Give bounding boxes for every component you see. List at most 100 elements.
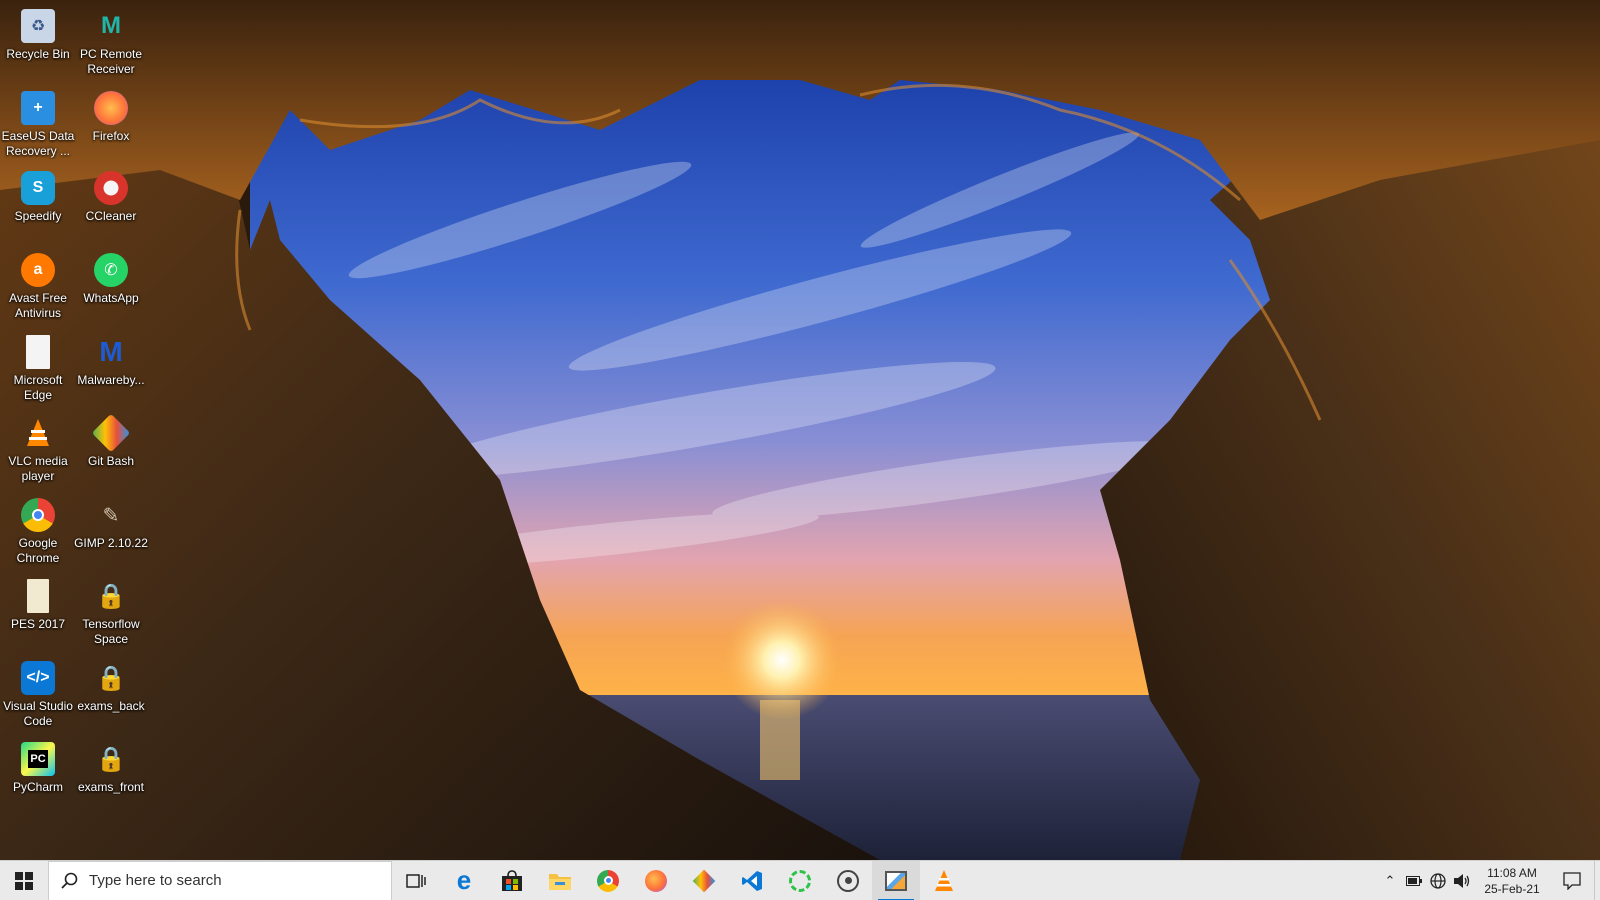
chrome-icon bbox=[21, 498, 55, 532]
pycharm-icon: PC bbox=[21, 742, 55, 776]
desktop-icon-label: Firefox bbox=[92, 129, 130, 143]
folder-icon bbox=[549, 873, 571, 890]
taskbar-ring-app[interactable] bbox=[776, 861, 824, 900]
taskbar-vscode[interactable] bbox=[728, 861, 776, 900]
desktop-icon-label: Malwareby... bbox=[77, 373, 145, 387]
edge-icon: e bbox=[456, 865, 472, 895]
vlc-icon bbox=[21, 416, 55, 450]
search-icon bbox=[61, 872, 78, 889]
vscode-icon: </> bbox=[21, 661, 55, 695]
disc-icon bbox=[837, 869, 859, 892]
desktop-icon-label: PC Remote Receiver bbox=[79, 47, 143, 76]
pes-file-icon bbox=[27, 579, 49, 613]
desktop-icon-recycle-bin[interactable]: ♻ Recycle Bin bbox=[0, 4, 76, 62]
desktop-icon-vlc[interactable]: VLC media player bbox=[0, 411, 76, 484]
taskbar-vlc[interactable] bbox=[920, 861, 968, 900]
battery-icon[interactable] bbox=[1402, 861, 1426, 900]
desktop-icon-whatsapp[interactable]: ✆ WhatsApp bbox=[73, 248, 149, 306]
desktop-icon-exams-back[interactable]: 🔒 exams_back bbox=[73, 656, 149, 714]
vlc-icon bbox=[935, 869, 953, 891]
desktop-icon-visual-studio-code[interactable]: </> Visual Studio Code bbox=[0, 656, 76, 729]
desktop-icon-pc-remote-receiver[interactable]: M PC Remote Receiver bbox=[73, 4, 149, 77]
desktop-icon-label: Google Chrome bbox=[16, 536, 60, 565]
git-icon bbox=[692, 869, 716, 892]
desktop-icon-malwarebytes[interactable]: M Malwareby... bbox=[73, 330, 149, 388]
avast-icon: a bbox=[21, 253, 55, 287]
taskbar-firefox[interactable] bbox=[632, 861, 680, 900]
clock-date: 25-Feb-21 bbox=[1484, 882, 1540, 896]
tray-chevron-up-icon[interactable]: ⌃ bbox=[1378, 861, 1402, 900]
taskbar-store[interactable] bbox=[488, 861, 536, 900]
pc-remote-icon: M bbox=[101, 12, 121, 39]
desktop-icon-git-bash[interactable]: Git Bash bbox=[73, 411, 149, 469]
system-tray: ⌃ 11:08 AM 25-Feb-21 bbox=[1378, 861, 1600, 900]
firefox-icon bbox=[645, 869, 667, 892]
notification-icon bbox=[1563, 872, 1581, 890]
volume-icon[interactable] bbox=[1450, 861, 1474, 900]
taskbar-paint[interactable] bbox=[872, 860, 920, 900]
wallpaper bbox=[0, 0, 1600, 860]
desktop-icon-label: PyCharm bbox=[12, 780, 63, 794]
task-view-icon bbox=[406, 873, 426, 888]
taskbar: Type here to search e ⌃ 11:08 AM 25-Feb-… bbox=[0, 860, 1600, 900]
desktop-icon-label: exams_back bbox=[77, 699, 145, 713]
paint-icon bbox=[885, 870, 907, 891]
clock[interactable]: 11:08 AM 25-Feb-21 bbox=[1474, 861, 1550, 900]
desktop-icon-label: CCleaner bbox=[85, 209, 137, 223]
lock-folder-icon: 🔒 bbox=[96, 745, 126, 773]
taskbar-chrome[interactable] bbox=[584, 861, 632, 900]
chrome-icon bbox=[597, 869, 619, 892]
taskbar-edge[interactable]: e bbox=[440, 861, 488, 900]
taskbar-git[interactable] bbox=[680, 861, 728, 900]
taskbar-file-explorer[interactable] bbox=[536, 861, 584, 900]
action-center-button[interactable] bbox=[1550, 861, 1594, 900]
show-desktop-button[interactable] bbox=[1594, 861, 1600, 900]
gimp-icon: ✎ bbox=[102, 504, 120, 527]
desktop-icon-label: Git Bash bbox=[87, 454, 135, 468]
desktop-icon-pycharm[interactable]: PC PyCharm bbox=[0, 737, 76, 795]
whatsapp-icon: ✆ bbox=[94, 253, 128, 287]
desktop-icon-label: Speedify bbox=[14, 209, 62, 223]
search-placeholder: Type here to search bbox=[89, 872, 222, 889]
desktop-icon-google-chrome[interactable]: Google Chrome bbox=[0, 493, 76, 566]
desktop-icon-avast[interactable]: a Avast Free Antivirus bbox=[0, 248, 76, 321]
ccleaner-icon bbox=[94, 171, 128, 205]
taskbar-media-app[interactable] bbox=[824, 861, 872, 900]
file-icon bbox=[26, 335, 50, 369]
desktop-icon-exams-front[interactable]: 🔒 exams_front bbox=[73, 737, 149, 795]
desktop-icon-pes-2017[interactable]: PES 2017 bbox=[0, 574, 76, 632]
easeus-icon: + bbox=[21, 91, 55, 125]
task-view-button[interactable] bbox=[392, 861, 440, 900]
lock-folder-icon: 🔒 bbox=[96, 582, 126, 610]
desktop-icon-speedify[interactable]: S Speedify bbox=[0, 166, 76, 224]
network-globe-icon[interactable] bbox=[1426, 861, 1450, 900]
clock-time: 11:08 AM bbox=[1487, 866, 1537, 880]
desktop-icon-label: WhatsApp bbox=[83, 291, 139, 305]
search-box[interactable]: Type here to search bbox=[48, 860, 392, 900]
start-button[interactable] bbox=[0, 861, 48, 900]
desktop-icon-label: EaseUS Data Recovery ... bbox=[1, 129, 75, 158]
desktop-icon-label: exams_front bbox=[77, 780, 145, 794]
desktop-icon-label: Tensorflow Space bbox=[82, 617, 140, 646]
desktop-icon-microsoft-edge[interactable]: Microsoft Edge bbox=[0, 330, 76, 403]
desktop-icon-label: Recycle Bin bbox=[6, 47, 70, 61]
desktop-icon-label: GIMP 2.10.22 bbox=[74, 536, 148, 550]
desktop-icon-easeus[interactable]: + EaseUS Data Recovery ... bbox=[0, 86, 76, 159]
desktop-icon-label: Avast Free Antivirus bbox=[9, 291, 67, 320]
ring-icon bbox=[789, 869, 811, 892]
vscode-icon bbox=[742, 870, 762, 891]
desktop[interactable]: ♻ Recycle Bin M PC Remote Receiver + Eas… bbox=[0, 0, 1600, 860]
desktop-icon-gimp[interactable]: ✎ GIMP 2.10.22 bbox=[73, 493, 149, 551]
firefox-icon bbox=[94, 91, 128, 125]
desktop-icon-firefox[interactable]: Firefox bbox=[73, 86, 149, 144]
speedify-icon: S bbox=[21, 171, 55, 205]
recycle-bin-icon: ♻ bbox=[21, 9, 55, 43]
desktop-icon-tensorflow-space[interactable]: 🔒 Tensorflow Space bbox=[73, 574, 149, 647]
desktop-icon-label: Microsoft Edge bbox=[13, 373, 63, 402]
lock-folder-icon: 🔒 bbox=[96, 664, 126, 692]
desktop-icon-label: Visual Studio Code bbox=[3, 699, 73, 728]
desktop-icon-ccleaner[interactable]: CCleaner bbox=[73, 166, 149, 224]
store-icon bbox=[502, 869, 522, 891]
desktop-icon-label: PES 2017 bbox=[10, 617, 66, 631]
windows-logo-icon bbox=[15, 871, 33, 890]
